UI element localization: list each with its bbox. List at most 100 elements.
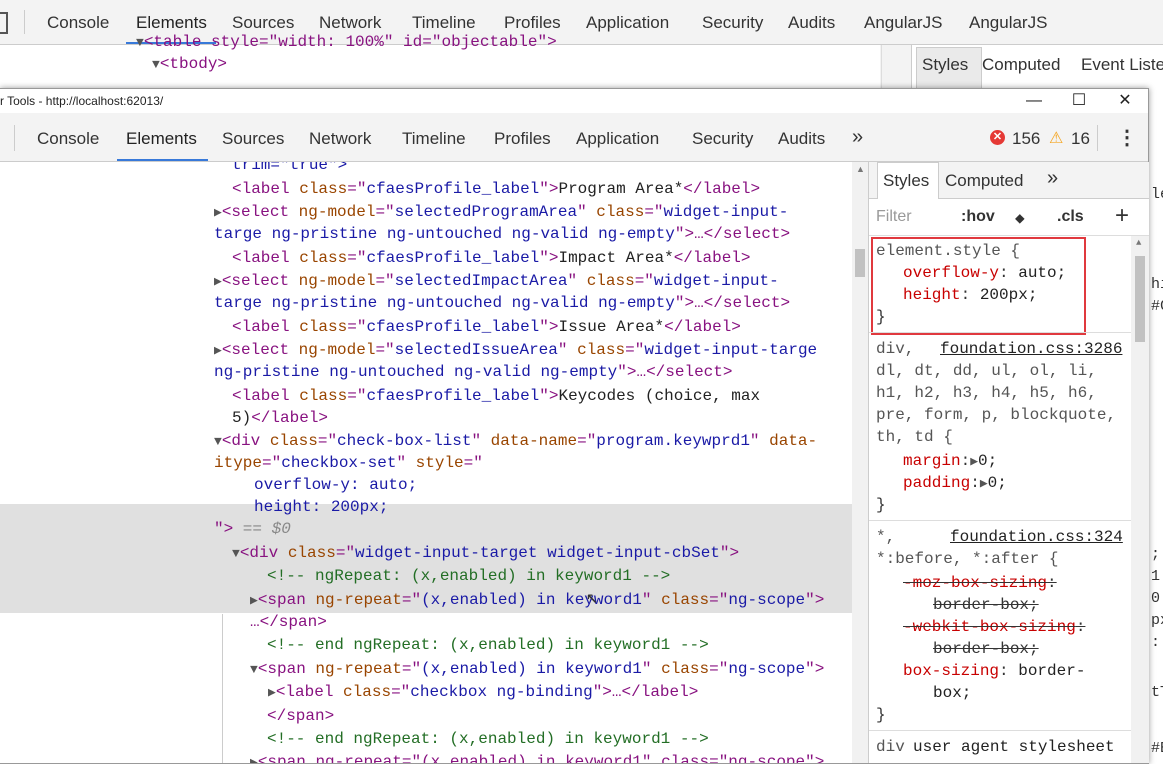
back-tab-styles[interactable]: Styles	[922, 55, 968, 75]
back-tab-computed[interactable]: Computed	[982, 55, 1060, 75]
dom-comment[interactable]: <!-- end ngRepeat: (x,enabled) in keywor…	[267, 634, 709, 656]
tab-elements[interactable]: Elements	[126, 129, 197, 149]
back-tab-network[interactable]: Network	[319, 13, 381, 33]
new-rule-button[interactable]: +	[1115, 202, 1129, 230]
back-tab-event-listeners[interactable]: Event Liste	[1081, 55, 1163, 75]
tab-timeline[interactable]: Timeline	[402, 129, 466, 149]
back-tab-application[interactable]: Application	[586, 13, 669, 33]
tab-profiles[interactable]: Profiles	[494, 129, 551, 149]
style-property[interactable]: box-sizing: border-	[903, 660, 1085, 682]
dom-line[interactable]: <label class="cfaesProfile_label">Progra…	[232, 178, 760, 200]
tab-computed[interactable]: Computed	[945, 171, 1023, 191]
dom-line[interactable]: …</span>	[250, 611, 327, 633]
dom-line-selected[interactable]: overflow-y: auto;	[254, 474, 417, 496]
title-bar[interactable]: r Tools - http://localhost:62013/ — ☐ ✕	[0, 89, 1148, 113]
hov-toggle[interactable]: :hov	[961, 208, 995, 226]
dom-line[interactable]: <label class="cfaesProfile_label">Impact…	[232, 247, 751, 269]
dom-node[interactable]: ▼<tbody>	[152, 55, 227, 73]
back-tab-elements[interactable]: Elements	[136, 13, 207, 33]
back-tab-security[interactable]: Security	[702, 13, 763, 33]
expand-arrow-icon: ▶	[979, 476, 988, 491]
error-icon[interactable]: ✕	[990, 130, 1005, 145]
device-toggle-icon[interactable]	[0, 12, 8, 34]
source-link[interactable]: foundation.css:324	[950, 526, 1123, 548]
dom-line[interactable]: </span>	[267, 705, 334, 727]
back-tab-sources[interactable]: Sources	[232, 13, 294, 33]
back-tab-profiles[interactable]: Profiles	[504, 13, 561, 33]
rule-selector[interactable]: th, td {	[876, 426, 953, 448]
rule-selector[interactable]: *:before, *:after {	[876, 548, 1058, 570]
style-property-overridden[interactable]: -moz-box-sizing:	[903, 572, 1057, 594]
tab-application[interactable]: Application	[576, 129, 659, 149]
back-tab-angularjs-2[interactable]: AngularJS	[969, 13, 1047, 33]
tab-sources[interactable]: Sources	[222, 129, 284, 149]
warning-count[interactable]: 16	[1071, 129, 1090, 149]
dom-line[interactable]: targe ng-pristine ng-untouched ng-valid …	[214, 292, 790, 314]
dom-line[interactable]: targe ng-pristine ng-untouched ng-valid …	[214, 223, 790, 245]
rule-selector[interactable]: element.style {	[876, 240, 1020, 262]
dom-tree-scrollbar[interactable]: ▲	[852, 162, 868, 763]
rule-selector[interactable]: dl, dt, dd, ul, ol, li,	[876, 360, 1097, 382]
rule-selector[interactable]: pre, form, p, blockquote,	[876, 404, 1116, 426]
more-tabs-chevron-icon[interactable]: »	[852, 126, 863, 149]
tab-security[interactable]: Security	[692, 129, 753, 149]
close-button[interactable]: ✕	[1103, 89, 1147, 113]
dom-line[interactable]: <label class="cfaesProfile_label">Issue …	[232, 316, 741, 338]
style-property[interactable]: overflow-y: auto;	[903, 262, 1066, 284]
rule-selector[interactable]: div,	[876, 338, 924, 360]
dom-line[interactable]: ▶<span ng-repeat="(x,enabled) in keyword…	[250, 751, 824, 763]
dom-line[interactable]: ng-pristine ng-untouched ng-valid ng-emp…	[214, 361, 732, 383]
back-tab-angularjs[interactable]: AngularJS	[864, 13, 942, 33]
back-tab-console[interactable]: Console	[47, 13, 109, 33]
warning-icon[interactable]: ⚠	[1049, 128, 1063, 148]
dom-line[interactable]: <label class="cfaesProfile_label">Keycod…	[232, 385, 760, 407]
dom-line[interactable]: ▼<span ng-repeat="(x,enabled) in keyword…	[250, 658, 824, 680]
style-value-overridden[interactable]: border-box;	[933, 594, 1039, 616]
tab-styles[interactable]: Styles	[883, 171, 929, 191]
dom-line-selected[interactable]: height: 200px;	[254, 496, 388, 518]
source-link[interactable]: foundation.css:3286	[940, 338, 1122, 360]
dom-line-selected[interactable]: "> == $0	[214, 518, 291, 540]
rule-selector[interactable]: *,	[876, 526, 895, 548]
style-property[interactable]: padding:▶0;	[903, 472, 1007, 494]
style-value[interactable]: box;	[933, 682, 971, 704]
dom-comment[interactable]: <!-- ngRepeat: (x,enabled) in keyword1 -…	[267, 565, 670, 587]
dom-line[interactable]: ▼<div class="widget-input-target widget-…	[232, 542, 739, 564]
dom-line[interactable]: ▶<label class="checkbox ng-binding">…</l…	[268, 681, 698, 703]
tab-network[interactable]: Network	[309, 129, 371, 149]
dom-line-selected[interactable]: ▼<div class="check-box-list" data-name="…	[214, 430, 817, 452]
dom-line[interactable]: 5)</label>	[232, 407, 328, 429]
dom-line-selected[interactable]: itype="checkbox-set" style="	[214, 452, 483, 474]
cls-toggle[interactable]: .cls	[1057, 208, 1084, 226]
style-property-overridden[interactable]: -webkit-box-sizing:	[903, 616, 1085, 638]
dom-line[interactable]: ▶<span ng-repeat="(x,enabled) in keyword…	[250, 589, 824, 611]
more-tabs-chevron-icon[interactable]: »	[1047, 167, 1058, 190]
scrollbar-thumb[interactable]	[855, 249, 865, 277]
dom-node[interactable]: ▼<table style="width: 100%" id="objectab…	[136, 33, 557, 51]
element-state-icon[interactable]: ◆	[1015, 208, 1025, 228]
rule-selector[interactable]: h1, h2, h3, h4, h5, h6,	[876, 382, 1097, 404]
tab-console[interactable]: Console	[37, 129, 99, 149]
dom-line[interactable]: ▶<select ng-model="selectedProgramArea" …	[214, 201, 788, 223]
style-value-overridden[interactable]: border-box;	[933, 638, 1039, 660]
tab-audits[interactable]: Audits	[778, 129, 825, 149]
styles-scrollbar[interactable]: ▲	[1131, 236, 1149, 763]
background-scrollbar[interactable]	[881, 45, 912, 90]
scroll-up-icon[interactable]: ▲	[1136, 238, 1141, 248]
error-count[interactable]: 156	[1012, 129, 1040, 149]
scroll-up-icon[interactable]: ▲	[856, 164, 865, 174]
dom-line[interactable]: trim="true">	[232, 162, 347, 176]
minimize-button[interactable]: —	[1012, 89, 1056, 113]
back-tab-timeline[interactable]: Timeline	[412, 13, 476, 33]
style-property[interactable]: height: 200px;	[903, 284, 1037, 306]
filter-input[interactable]: Filter	[876, 208, 912, 226]
style-property[interactable]: margin:▶0;	[903, 450, 997, 472]
dom-comment[interactable]: <!-- end ngRepeat: (x,enabled) in keywor…	[267, 728, 709, 750]
rule-selector[interactable]: div	[876, 736, 905, 758]
scrollbar-thumb[interactable]	[1135, 256, 1145, 342]
maximize-button[interactable]: ☐	[1057, 89, 1101, 113]
dom-line[interactable]: ▶<select ng-model="selectedImpactArea" c…	[214, 270, 779, 292]
back-tab-audits[interactable]: Audits	[788, 13, 835, 33]
menu-kebab-icon[interactable]: ⋮	[1117, 125, 1137, 150]
dom-line[interactable]: ▶<select ng-model="selectedIssueArea" cl…	[214, 339, 817, 361]
